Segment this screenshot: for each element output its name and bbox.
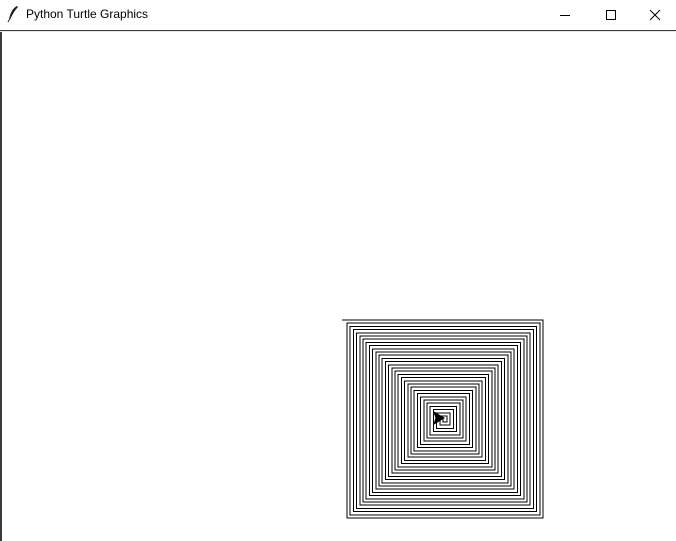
title-bar[interactable]: Python Turtle Graphics <box>0 0 676 30</box>
feather-icon <box>6 5 20 23</box>
spiral-drawing <box>342 319 544 519</box>
maximize-icon <box>605 9 617 21</box>
maximize-button[interactable] <box>588 0 634 30</box>
close-button[interactable] <box>632 0 676 30</box>
window-title: Python Turtle Graphics <box>26 7 149 21</box>
minimize-icon <box>559 9 571 21</box>
turtle-canvas[interactable] <box>0 32 676 541</box>
canvas-border <box>0 32 2 541</box>
close-icon <box>649 9 661 21</box>
minimize-button[interactable] <box>542 0 588 30</box>
